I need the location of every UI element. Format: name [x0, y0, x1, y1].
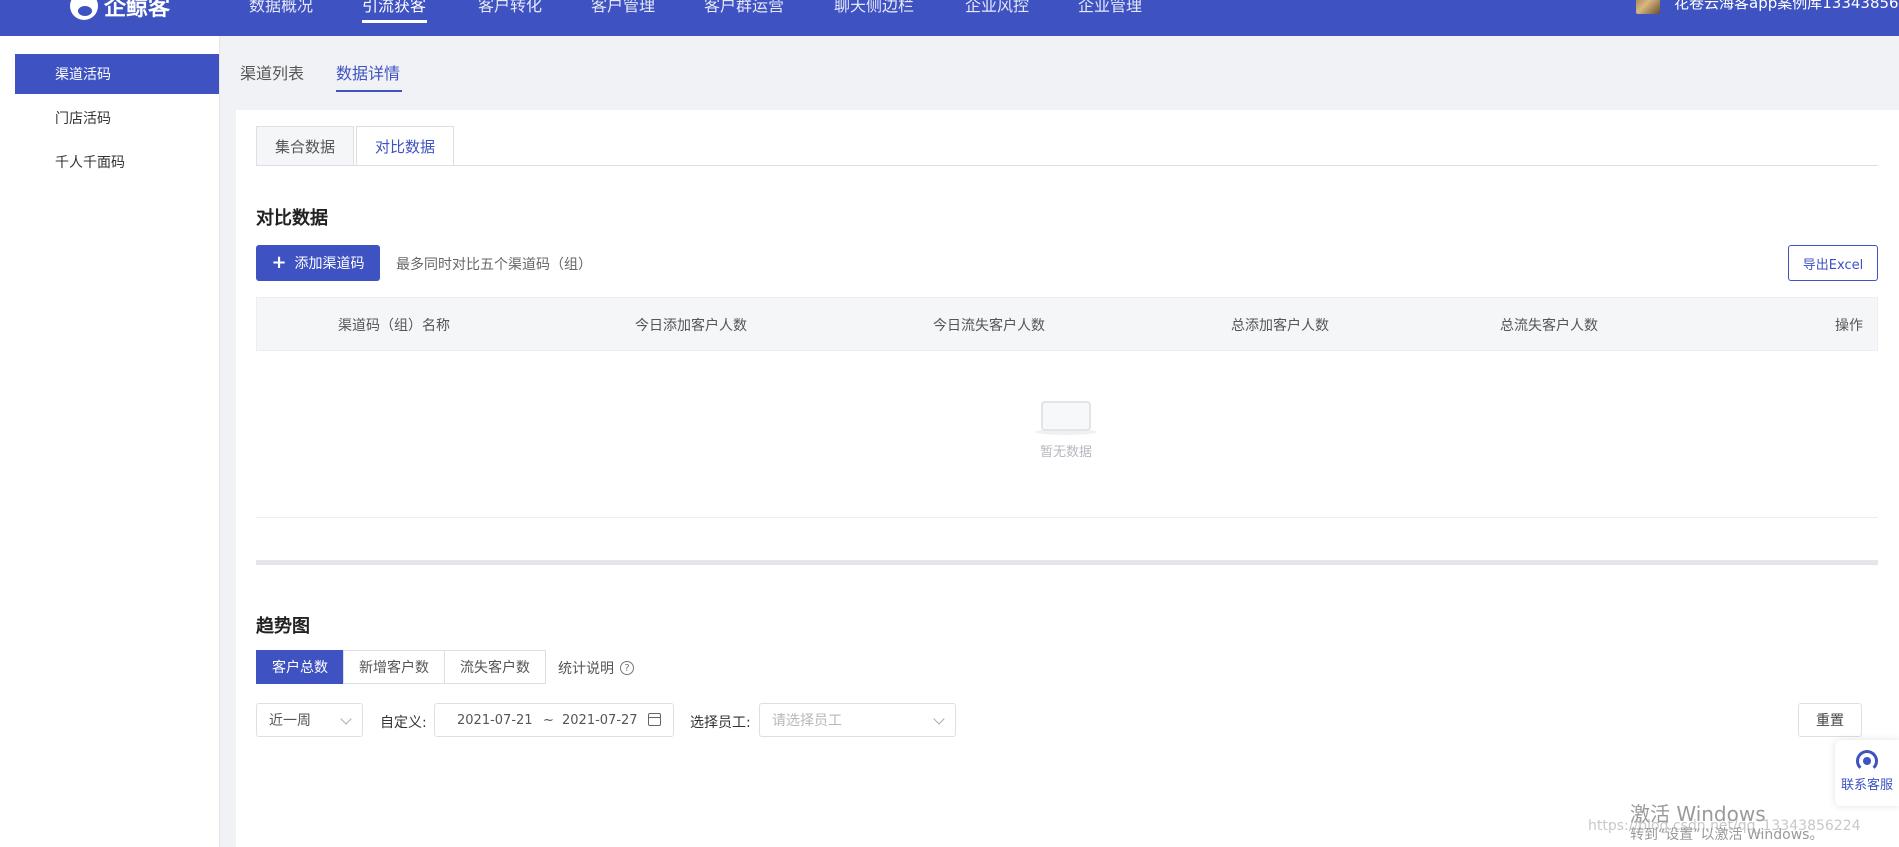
- column-header: 渠道码（组）名称: [338, 318, 450, 334]
- date-end: 2021-07-27: [562, 713, 638, 728]
- tab-data-detail[interactable]: 数据详情: [336, 60, 400, 84]
- column-header: 总流失客户人数: [1500, 318, 1598, 334]
- user-phone: 13343856224: [1822, 0, 1899, 12]
- tab-compare-data[interactable]: 对比数据: [356, 126, 454, 166]
- compare-section-title: 对比数据: [256, 208, 328, 229]
- column-header: 今日流失客户人数: [933, 318, 1045, 334]
- user-menu[interactable]: 花卷云海客app案例库13343856224: [1636, 0, 1899, 14]
- windows-activation-title: 激活 Windows: [1630, 802, 1766, 826]
- nav-customer-management[interactable]: 客户管理: [591, 0, 655, 16]
- table-bottom-border: [256, 517, 1878, 518]
- segment-new-customers[interactable]: 新增客户数: [343, 650, 445, 684]
- section-divider: [256, 560, 1878, 565]
- plus-icon: +: [271, 252, 287, 273]
- date-range-picker[interactable]: 2021-07-21 ~ 2021-07-27: [434, 703, 674, 737]
- add-channel-code-button[interactable]: + 添加渠道码: [256, 245, 380, 281]
- compare-hint: 最多同时对比五个渠道码（组）: [396, 257, 592, 273]
- tab-active-indicator: [336, 90, 402, 92]
- reset-button[interactable]: 重置: [1798, 703, 1862, 737]
- trend-section-title: 趋势图: [256, 616, 310, 637]
- nav-lead-acquisition[interactable]: 引流获客: [362, 0, 426, 16]
- nav-active-indicator: [362, 20, 427, 23]
- nav-data-overview[interactable]: 数据概况: [249, 0, 313, 16]
- question-icon: ?: [620, 661, 634, 675]
- column-header: 操作: [1835, 318, 1863, 334]
- segment-lost-customers[interactable]: 流失客户数: [444, 650, 546, 684]
- top-navbar: 企鲸客 数据概况 引流获客 客户转化 客户管理 客户群运营 聊天侧边栏 企业风控…: [0, 0, 1899, 36]
- empty-inbox-icon: [1035, 395, 1097, 435]
- sidebar-item-store-code[interactable]: 门店活码: [15, 98, 219, 138]
- sub-tabs: 渠道列表 数据详情: [220, 36, 1899, 96]
- period-select-value: 近一周: [269, 713, 311, 729]
- empty-state: 暂无数据: [1030, 395, 1102, 460]
- stat-explanation-label: 统计说明: [558, 661, 614, 677]
- date-separator: ~: [543, 713, 554, 728]
- date-start: 2021-07-21: [457, 713, 533, 728]
- calendar-icon: [648, 713, 661, 726]
- period-select[interactable]: 近一周: [256, 703, 363, 737]
- user-name: 花卷云海客app案例库: [1674, 0, 1823, 12]
- tab-channel-list[interactable]: 渠道列表: [240, 60, 304, 84]
- sidebar: 渠道活码 门店活码 千人千面码: [0, 36, 220, 847]
- sidebar-item-label: 千人千面码: [55, 155, 125, 171]
- nav-enterprise-management[interactable]: 企业管理: [1078, 0, 1142, 16]
- avatar: [1636, 0, 1660, 14]
- app-logo[interactable]: 企鲸客: [70, 0, 170, 22]
- add-channel-code-label: 添加渠道码: [294, 256, 365, 272]
- nav-chat-sidebar[interactable]: 聊天侧边栏: [834, 0, 914, 16]
- chevron-down-icon: [933, 713, 945, 725]
- column-header: 总添加客户人数: [1231, 318, 1329, 334]
- segment-total-customers[interactable]: 客户总数: [256, 650, 344, 684]
- contact-support-label: 联系客服: [1840, 778, 1893, 793]
- headset-icon: [1856, 750, 1878, 772]
- chevron-down-icon: [340, 713, 352, 725]
- sidebar-item-label: 门店活码: [55, 111, 111, 127]
- staff-select-placeholder: 请选择员工: [772, 713, 842, 729]
- stat-explanation[interactable]: 统计说明 ?: [558, 658, 634, 678]
- contact-support-button[interactable]: 联系客服: [1835, 740, 1899, 806]
- sidebar-item-label: 渠道活码: [55, 67, 111, 83]
- staff-select-label: 选择员工:: [690, 715, 751, 731]
- nav-risk-control[interactable]: 企业风控: [965, 0, 1029, 16]
- nav-customer-conversion[interactable]: 客户转化: [478, 0, 542, 16]
- sidebar-item-channel-code[interactable]: 渠道活码: [15, 54, 219, 94]
- tab-aggregate-data[interactable]: 集合数据: [256, 126, 354, 166]
- column-header: 今日添加客户人数: [635, 318, 747, 334]
- app-logo-text: 企鲸客: [104, 0, 171, 21]
- tabs-divider: [256, 165, 1878, 166]
- custom-date-label: 自定义:: [380, 715, 427, 731]
- compare-table-header: 渠道码（组）名称 今日添加客户人数 今日流失客户人数 总添加客户人数 总流失客户…: [256, 297, 1878, 351]
- sidebar-item-personalized-code[interactable]: 千人千面码: [15, 142, 219, 182]
- export-excel-button[interactable]: 导出Excel: [1788, 245, 1878, 281]
- whale-logo-icon: [70, 0, 98, 20]
- empty-text: 暂无数据: [1039, 445, 1092, 460]
- nav-group-operation[interactable]: 客户群运营: [704, 0, 784, 16]
- windows-activation-text: 转到“设置”以激活 Windows。: [1630, 827, 1824, 843]
- staff-select[interactable]: 请选择员工: [759, 703, 956, 737]
